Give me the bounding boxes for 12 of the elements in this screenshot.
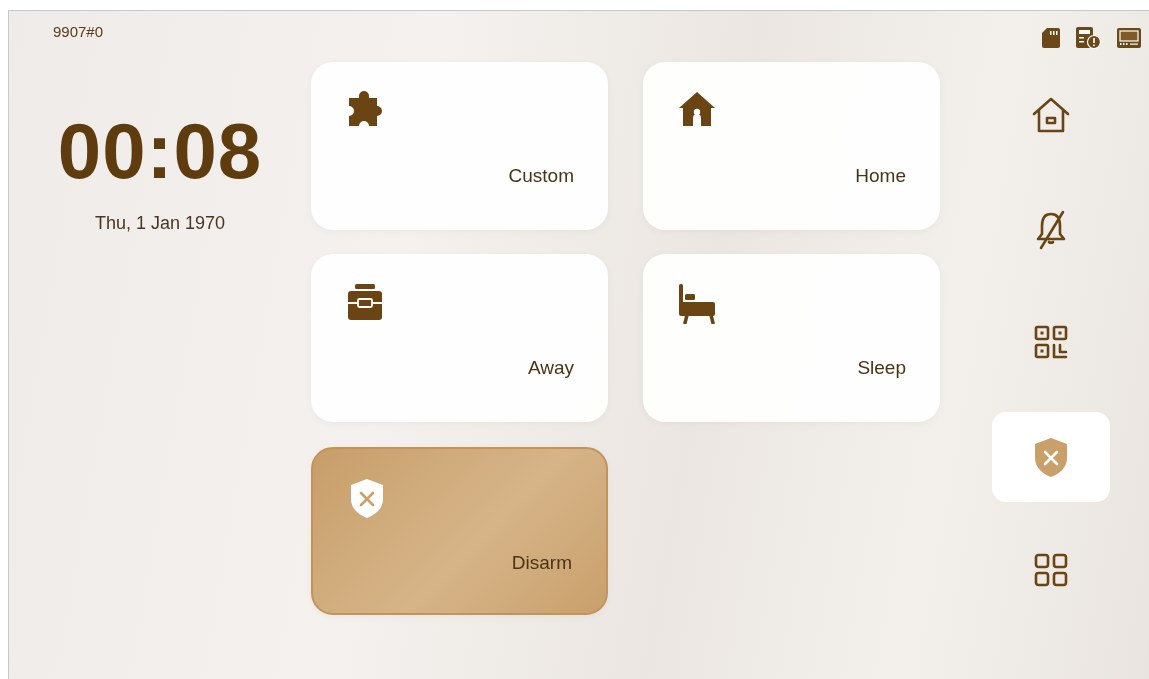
mode-tile[interactable]: Sleep (643, 254, 940, 423)
mode-tile[interactable]: Home (643, 62, 940, 230)
mode-tile[interactable]: Disarm (311, 446, 608, 615)
mode-tile[interactable]: Custom (311, 62, 608, 230)
clock-time: 00:08 (56, 112, 264, 190)
bed-icon (677, 282, 717, 325)
mode-tile[interactable]: Away (311, 254, 608, 423)
sd-card-icon (1042, 28, 1060, 48)
monitor-icon (1117, 28, 1141, 48)
document-warning-icon (1076, 27, 1101, 49)
device-id: 9907#0 (53, 22, 104, 42)
clock-date: Thu, 1 Jan 1970 (93, 212, 227, 235)
